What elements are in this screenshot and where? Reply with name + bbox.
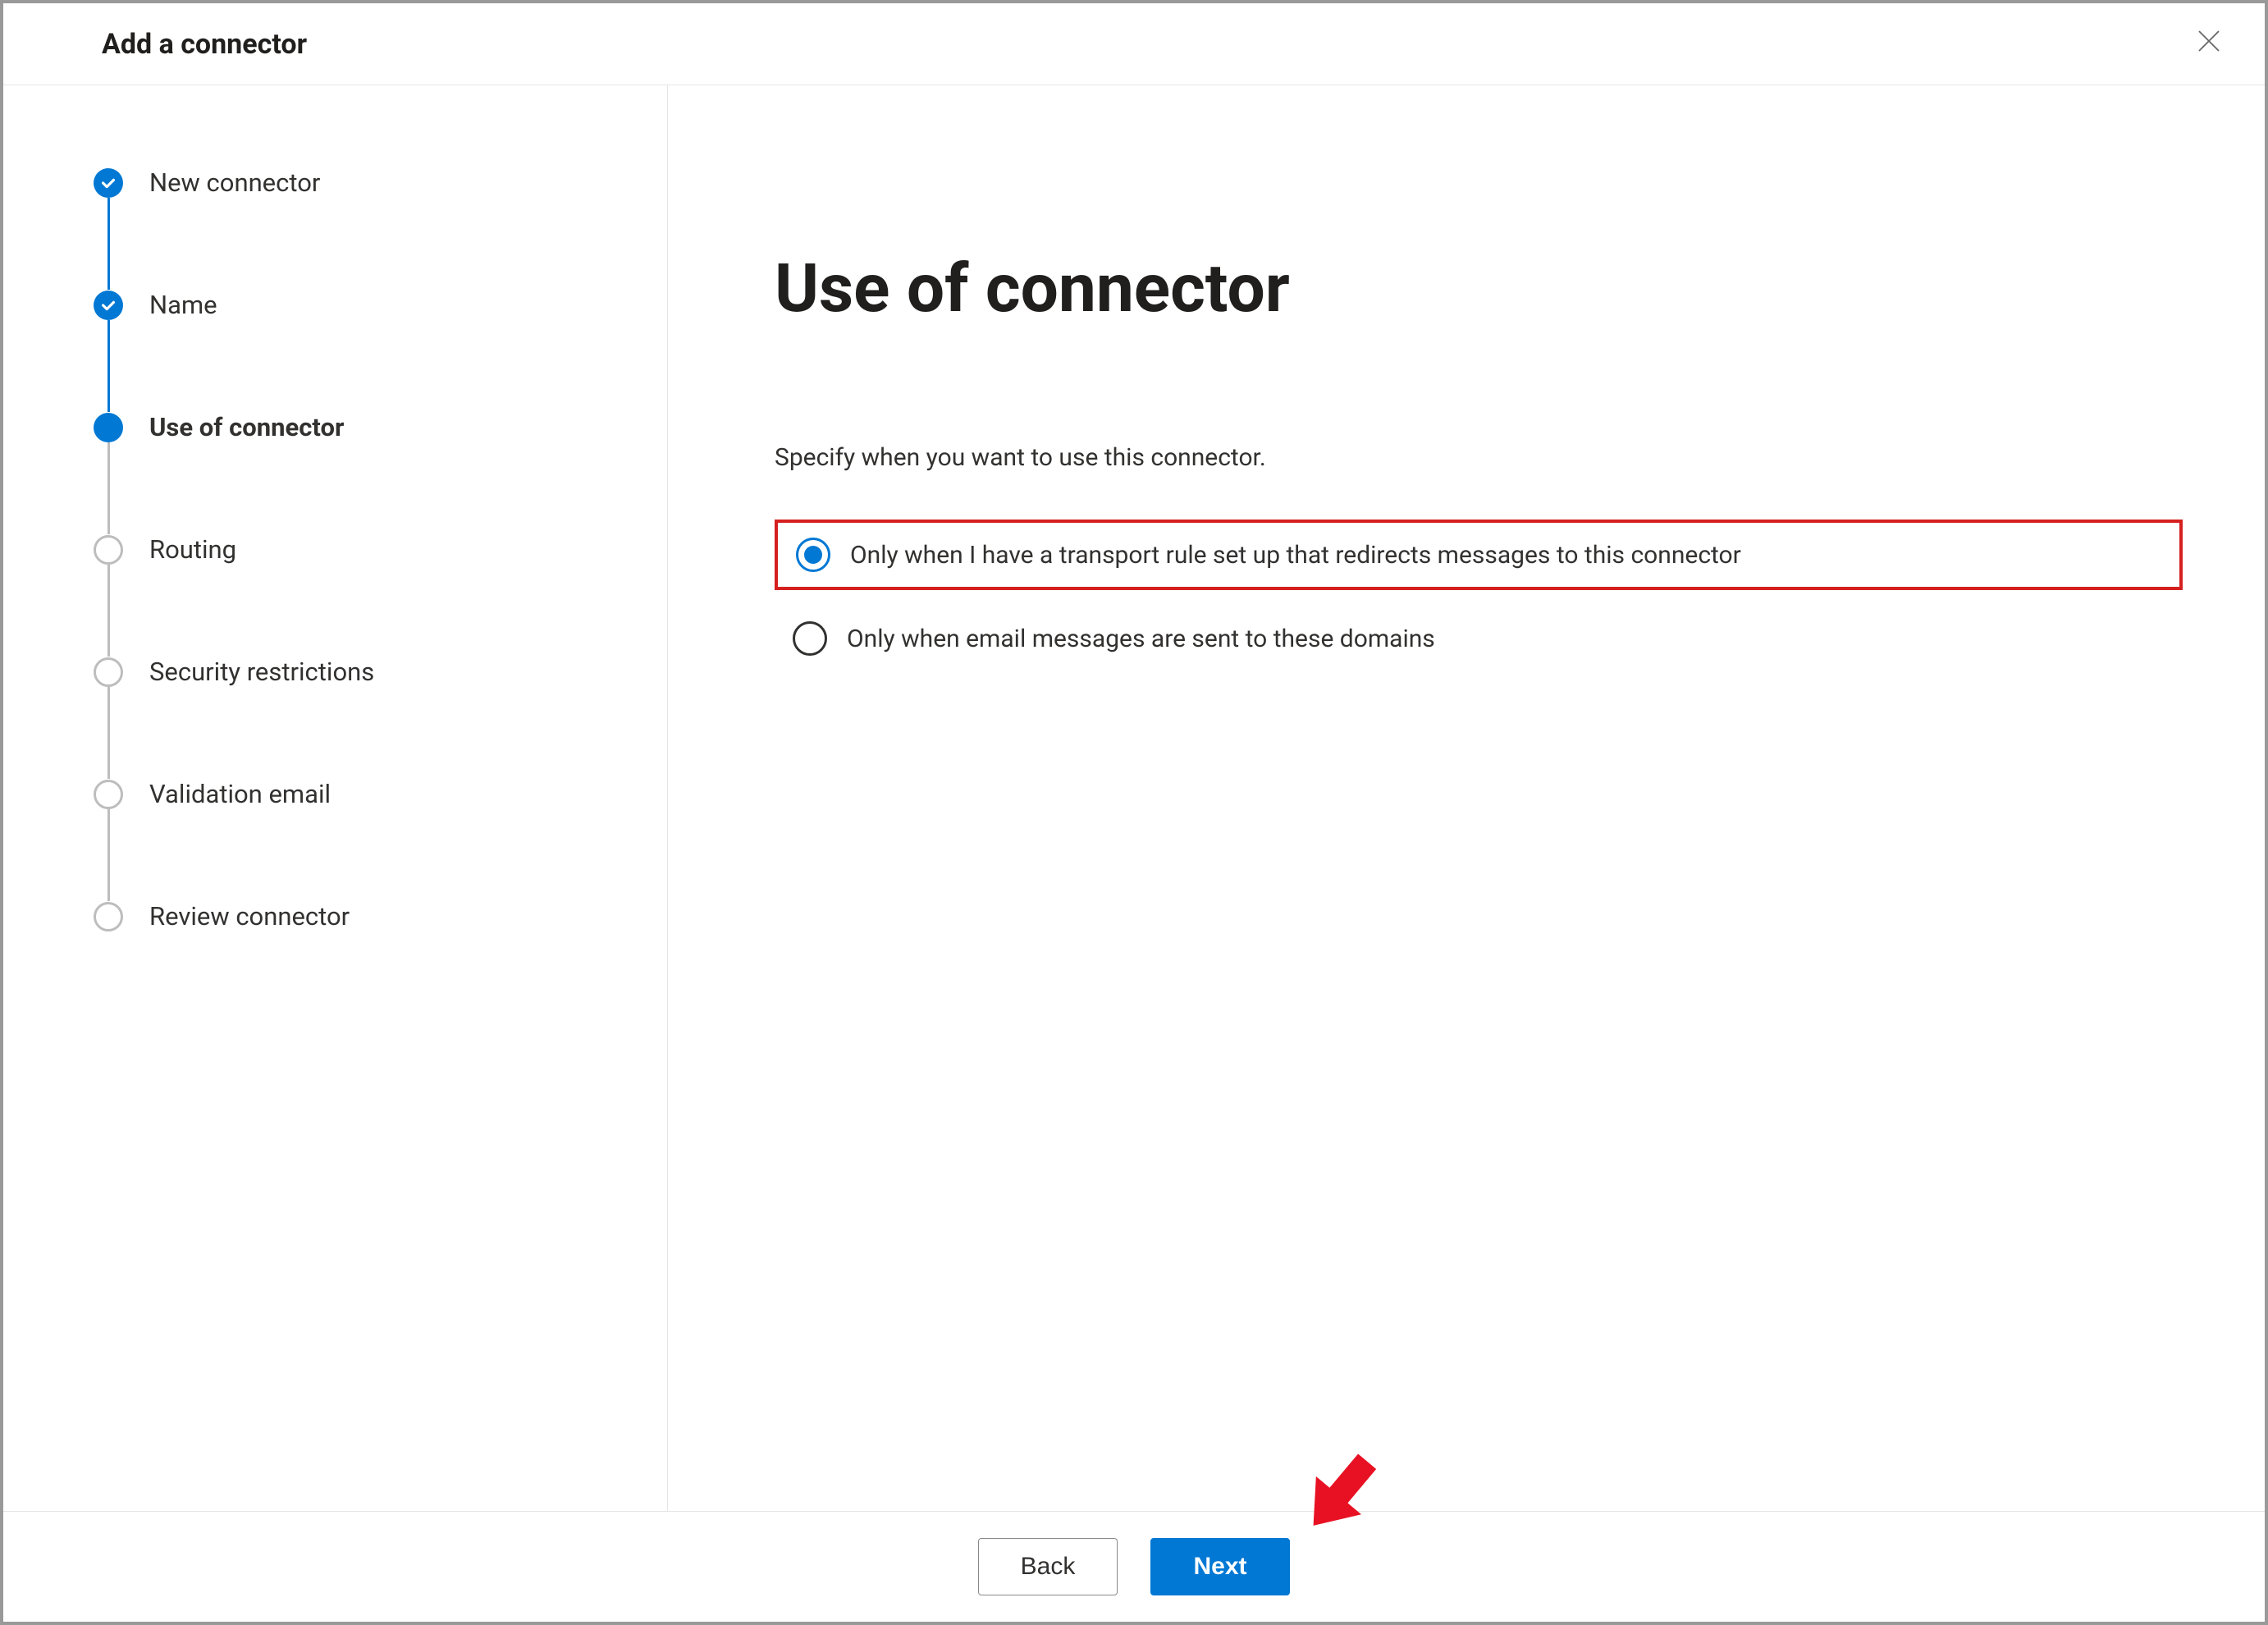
pending-step-icon: [94, 535, 123, 565]
step-connector-line: [107, 809, 110, 901]
step-label: Routing: [149, 534, 236, 565]
step-connector-line: [107, 687, 110, 779]
next-button[interactable]: Next: [1150, 1538, 1290, 1595]
checkmark-icon: [94, 168, 123, 198]
step-routing[interactable]: Routing: [94, 534, 634, 565]
step-connector-line: [107, 198, 110, 290]
step-connector-line: [107, 320, 110, 412]
step-new-connector[interactable]: New connector: [94, 167, 634, 198]
radio-dot-icon: [804, 546, 822, 564]
current-step-icon: [94, 413, 123, 442]
radio-transport-rule[interactable]: Only when I have a transport rule set up…: [775, 520, 2183, 590]
step-label: Name: [149, 290, 217, 320]
titlebar: Add a connector: [3, 3, 2265, 85]
page-heading: Use of connector: [775, 249, 2183, 328]
step-connector-line: [107, 565, 110, 657]
step-label: Security restrictions: [149, 657, 374, 687]
step-validation-email[interactable]: Validation email: [94, 779, 634, 809]
step-review-connector[interactable]: Review connector: [94, 901, 634, 932]
step-name[interactable]: Name: [94, 290, 634, 320]
radio-label: Only when email messages are sent to the…: [847, 625, 1435, 653]
dialog-frame: Add a connector New connector Name: [0, 0, 2268, 1625]
step-use-of-connector[interactable]: Use of connector: [94, 412, 634, 442]
back-button[interactable]: Back: [978, 1538, 1118, 1595]
radio-icon: [796, 538, 830, 572]
dialog-footer: Back Next: [3, 1511, 2265, 1622]
wizard-steps: New connector Name Use of connector Rout…: [3, 85, 668, 1511]
dialog-body: New connector Name Use of connector Rout…: [3, 85, 2265, 1511]
instruction-text: Specify when you want to use this connec…: [775, 443, 2183, 472]
use-of-connector-radio-group: Only when I have a transport rule set up…: [775, 520, 2183, 671]
dialog-title: Add a connector: [102, 28, 307, 61]
radio-label: Only when I have a transport rule set up…: [850, 541, 1741, 570]
step-security-restrictions[interactable]: Security restrictions: [94, 657, 634, 687]
pending-step-icon: [94, 780, 123, 809]
close-icon[interactable]: [2194, 26, 2224, 62]
step-label: Review connector: [149, 901, 350, 932]
step-label: Validation email: [149, 779, 331, 809]
main-content: Use of connector Specify when you want t…: [668, 85, 2265, 1511]
pending-step-icon: [94, 902, 123, 932]
pending-step-icon: [94, 657, 123, 687]
step-label: Use of connector: [149, 412, 344, 442]
radio-domains[interactable]: Only when email messages are sent to the…: [775, 607, 2183, 671]
radio-icon: [793, 621, 827, 656]
step-label: New connector: [149, 167, 320, 198]
step-connector-line: [107, 442, 110, 534]
checkmark-icon: [94, 291, 123, 320]
